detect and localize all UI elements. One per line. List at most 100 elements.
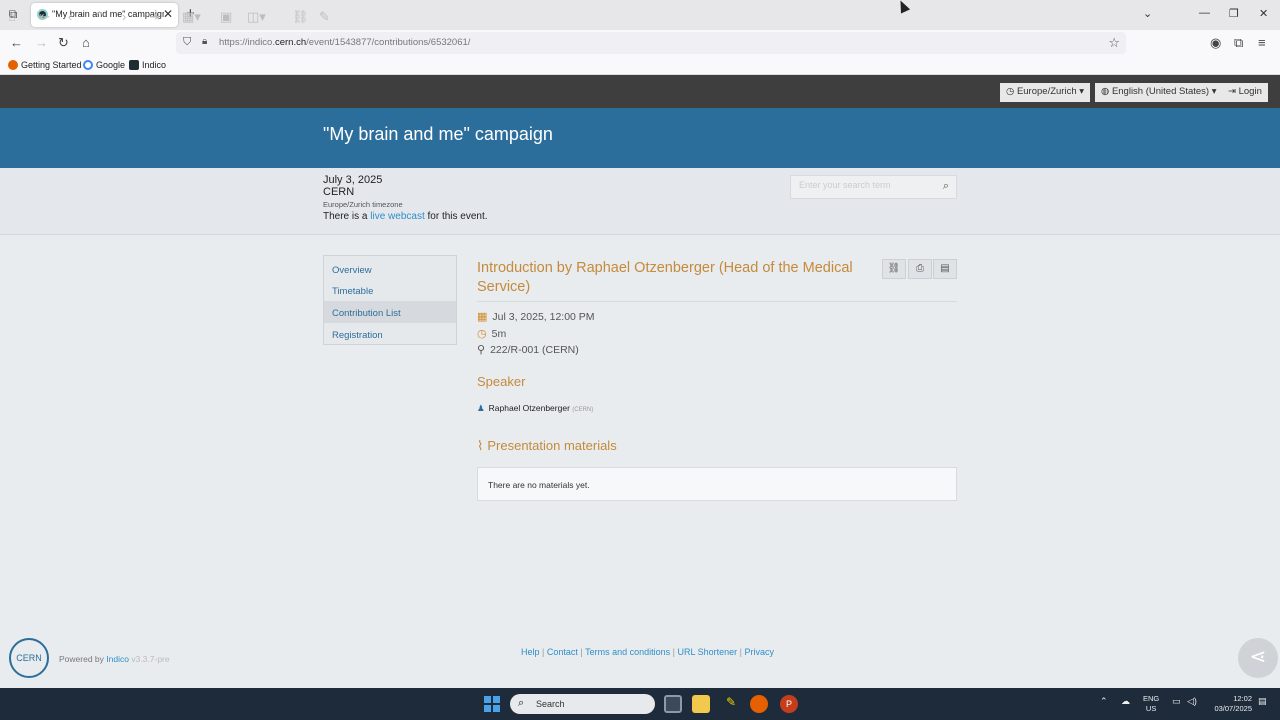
previous-icon[interactable]: ‹ bbox=[68, 9, 72, 24]
event-title[interactable]: "My brain and me" campaign bbox=[323, 124, 553, 145]
restore-icon[interactable]: ❐ bbox=[1229, 7, 1239, 20]
address-bar[interactable]: ⛉ 🔒︎ https://indico.cern.ch/event/154387… bbox=[176, 32, 1126, 54]
menu-item-registration[interactable]: Registration bbox=[324, 324, 456, 344]
cloud-icon[interactable]: ☁ bbox=[1121, 696, 1130, 707]
room-text: 222/R-001 (CERN) bbox=[490, 344, 579, 356]
firefox-icon bbox=[8, 60, 18, 70]
taskbar-clock[interactable]: 12:02 03/07/2025 bbox=[1204, 694, 1252, 714]
lang-line2: US bbox=[1145, 704, 1157, 713]
link-icon[interactable]: ⛓ bbox=[292, 9, 309, 25]
language-selector[interactable]: ◍ English (United States) ▾ bbox=[1095, 83, 1223, 102]
no-materials-message: There are no materials yet. bbox=[488, 480, 590, 490]
materials-heading-text: Presentation materials bbox=[487, 438, 617, 453]
calendar-export-icon[interactable]: ▦▾ bbox=[182, 9, 201, 25]
speaker-affiliation: (CERN) bbox=[572, 407, 594, 413]
timezone-label: Europe/Zurich bbox=[1016, 86, 1077, 97]
lock-icon[interactable]: 🔒︎ bbox=[202, 36, 207, 47]
webcast-suffix: for this event. bbox=[424, 211, 488, 222]
link-icon[interactable]: ⛓ bbox=[882, 259, 906, 279]
forward-icon[interactable]: → bbox=[35, 35, 48, 50]
indico-link[interactable]: Indico bbox=[106, 654, 129, 664]
archive-icon[interactable]: ▣ bbox=[220, 9, 232, 25]
account-icon[interactable]: ◉ bbox=[1210, 35, 1221, 51]
footer-link-privacy[interactable]: Privacy bbox=[745, 647, 775, 657]
language-label: English (United States) bbox=[1111, 86, 1210, 97]
minimize-icon[interactable]: — bbox=[1199, 7, 1210, 19]
bookmark-getting-started[interactable]: Getting Started bbox=[8, 60, 82, 70]
live-webcast-link[interactable]: live webcast bbox=[370, 211, 424, 222]
reload-icon[interactable]: ↻ bbox=[58, 35, 69, 51]
taskbar-search-label: Search bbox=[536, 699, 565, 709]
bookmark-star-icon[interactable]: ☆ bbox=[1108, 35, 1120, 51]
network-icon[interactable]: ▭ bbox=[1172, 696, 1181, 707]
share-icon[interactable]: ⋖ bbox=[1238, 638, 1278, 678]
event-header-banner bbox=[0, 108, 1280, 168]
first-icon[interactable]: ⇤ bbox=[39, 9, 50, 25]
tab-close-icon[interactable]: ✕ bbox=[163, 7, 173, 21]
calendar-icon: ▦ bbox=[477, 311, 488, 323]
indico-version: v3.3.7-pre bbox=[131, 654, 170, 664]
windows-start-icon[interactable] bbox=[484, 696, 500, 712]
menu-item-contribution-list[interactable]: Contribution List bbox=[324, 301, 456, 323]
clock-date: 03/07/2025 bbox=[1214, 704, 1252, 713]
volume-icon[interactable]: ◁) bbox=[1187, 696, 1197, 707]
login-button[interactable]: ⇥ Login bbox=[1222, 83, 1268, 102]
login-icon: ⇥ bbox=[1228, 86, 1236, 97]
taskbar-search[interactable]: ⌕ Search bbox=[510, 694, 655, 714]
url-text[interactable]: https://indico.cern.ch/event/1543877/con… bbox=[219, 37, 470, 48]
speaker-entry: ♟ Raphael Otzenberger (CERN) bbox=[477, 403, 593, 414]
powered-by-label: Powered by bbox=[59, 654, 104, 664]
close-window-icon[interactable]: ✕ bbox=[1259, 7, 1268, 20]
contribution-duration: ◷ 5m bbox=[477, 327, 506, 340]
next-icon[interactable]: › bbox=[122, 9, 126, 24]
footer-link-terms[interactable]: Terms and conditions bbox=[585, 647, 670, 657]
event-info-bar bbox=[0, 168, 1280, 235]
footer-link-url-shortener[interactable]: URL Shortener bbox=[677, 647, 737, 657]
home-icon[interactable]: ⌂ bbox=[8, 9, 16, 24]
tab-overflow-chevron-icon[interactable]: ⌄ bbox=[1143, 7, 1152, 20]
duration-text: 5m bbox=[491, 328, 507, 340]
last-icon[interactable]: ⇥ bbox=[149, 9, 160, 25]
extensions-icon[interactable]: ⧉ bbox=[1234, 35, 1243, 51]
edit-icon[interactable]: ✎ bbox=[319, 9, 330, 25]
file-explorer-icon[interactable] bbox=[692, 695, 710, 713]
lang-line1: ENG bbox=[1143, 694, 1160, 703]
url-path: /event/1543877/contributions/6532061/ bbox=[306, 37, 471, 48]
event-search-input[interactable] bbox=[799, 180, 934, 190]
tracking-shield-icon[interactable]: ⛉ bbox=[183, 36, 191, 49]
up-icon[interactable]: ⌃ bbox=[94, 9, 105, 25]
event-timezone-note: Europe/Zurich timezone bbox=[323, 200, 403, 209]
powerpoint-icon[interactable]: P bbox=[780, 695, 798, 713]
clock-icon: ◷ bbox=[477, 328, 487, 340]
cern-logo[interactable]: CERN bbox=[9, 638, 49, 678]
footer-link-help[interactable]: Help bbox=[521, 647, 540, 657]
bookmark-google[interactable]: Google bbox=[83, 60, 125, 70]
tray-chevron-icon[interactable]: ⌃ bbox=[1100, 696, 1108, 707]
menu-hamburger-icon[interactable]: ≡ bbox=[1258, 35, 1266, 50]
firefox-taskbar-icon[interactable] bbox=[750, 695, 768, 713]
person-icon: ♟ bbox=[477, 403, 485, 413]
login-label: Login bbox=[1238, 86, 1262, 97]
bookmark-indico[interactable]: Indico bbox=[129, 60, 166, 70]
footer-link-contact[interactable]: Contact bbox=[547, 647, 578, 657]
event-venue: CERN bbox=[323, 186, 355, 198]
event-side-menu: Overview Timetable Contribution List Reg… bbox=[323, 255, 457, 345]
calendar-icon[interactable]: ▤ bbox=[933, 259, 957, 279]
datetime-text: Jul 3, 2025, 12:00 PM bbox=[492, 311, 595, 323]
pdf-export-icon[interactable]: ⎙ bbox=[908, 259, 932, 279]
clock-time: 12:02 bbox=[1233, 694, 1252, 703]
powered-by: Powered by Indico v3.3.7-pre bbox=[59, 654, 170, 664]
task-view-icon[interactable] bbox=[664, 695, 682, 713]
search-icon[interactable]: ⌕ bbox=[943, 180, 949, 193]
back-icon[interactable]: ← bbox=[10, 35, 23, 50]
menu-item-overview[interactable]: Overview bbox=[324, 259, 456, 279]
timezone-selector[interactable]: ◷ Europe/Zurich ▾ bbox=[1000, 83, 1091, 102]
layout-icon[interactable]: ◫▾ bbox=[247, 9, 266, 25]
bookmark-label: Indico bbox=[142, 60, 167, 70]
contribution-title: Introduction by Raphael Otzenberger (Hea… bbox=[477, 260, 853, 295]
home-icon[interactable]: ⌂ bbox=[82, 35, 90, 50]
notification-icon[interactable]: ▤ bbox=[1258, 696, 1267, 707]
keyboard-language[interactable]: ENG US bbox=[1143, 694, 1159, 714]
sticky-app-icon[interactable]: ✎ bbox=[722, 695, 740, 713]
menu-item-timetable[interactable]: Timetable bbox=[324, 280, 456, 300]
